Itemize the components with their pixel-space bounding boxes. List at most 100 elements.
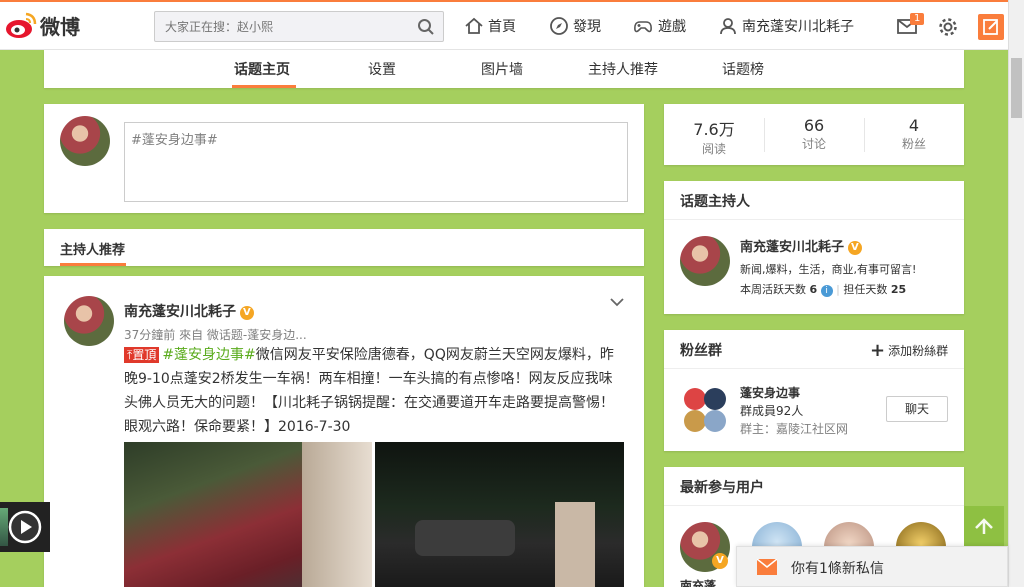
stat-reads-label: 阅读 — [701, 142, 726, 156]
post-author: 南充蓬安川北耗子 V — [124, 301, 254, 321]
compose-button[interactable] — [978, 14, 1004, 40]
nav-games[interactable]: 遊戲 — [632, 16, 686, 36]
weibo-logo[interactable]: 微博 — [4, 10, 80, 40]
stat-reads-num: 7.6万 — [693, 120, 735, 139]
topic-tabs: 话题主页 设置 图片墙 主持人推荐 话题榜 — [44, 50, 964, 88]
stats-card: 7.6万 阅读 66 讨论 4 粉丝 — [664, 104, 964, 165]
new-message-text: 你有1條新私信 — [791, 561, 884, 577]
tab-host-recommend[interactable]: 主持人推荐 — [588, 59, 658, 79]
play-icon[interactable] — [8, 510, 42, 544]
search-box[interactable] — [154, 11, 444, 42]
post-image-2-person — [555, 502, 595, 587]
stat-reads: 7.6万 阅读 — [664, 116, 764, 157]
search-icon[interactable] — [417, 18, 435, 36]
video-player-widget[interactable] — [0, 502, 50, 552]
weibo-logo-icon — [6, 12, 37, 38]
stat-fans-num: 4 — [908, 116, 920, 135]
recommend-underline — [60, 263, 126, 266]
pinned-label: 置頂 — [132, 348, 157, 362]
divider — [664, 368, 964, 369]
group-members: 群成員92人 — [740, 404, 804, 418]
message-badge: 1 — [910, 13, 925, 25]
verified-icon: V — [239, 305, 254, 320]
gamepad-icon — [634, 21, 652, 33]
active-tab-indicator — [232, 85, 296, 88]
home-icon — [465, 17, 483, 34]
scrollbar[interactable] — [1008, 0, 1024, 587]
recommend-header: 主持人推荐 — [44, 229, 644, 266]
host-avatar[interactable] — [680, 236, 730, 286]
host-name[interactable]: 南充蓬安川北耗子 — [740, 240, 844, 255]
active-days-value: 6 — [809, 283, 818, 296]
group-avatar-part — [704, 410, 726, 432]
recommend-title: 主持人推荐 — [60, 243, 126, 258]
host-title: 话题主持人 — [680, 194, 750, 210]
nav-games-label: 遊戲 — [658, 19, 686, 35]
volume-bar[interactable] — [0, 508, 8, 546]
host-days-label: 担任天数 — [843, 283, 888, 296]
active-days-label: 本周活跃天数 — [740, 283, 806, 296]
post-meta[interactable]: 37分鐘前 來自 微话题-蓬安身边... — [124, 326, 307, 343]
stat-fans[interactable]: 4 粉丝 — [864, 116, 964, 152]
avatar[interactable] — [60, 116, 110, 166]
host-name-row: 南充蓬安川北耗子 V — [740, 236, 862, 255]
verified-icon: V — [712, 553, 728, 569]
stat-fans-label: 粉丝 — [901, 137, 926, 151]
latest-user-name[interactable]: 南充蓬 — [680, 577, 716, 587]
separator: | — [836, 283, 840, 296]
latest-users-title: 最新参与用户 — [680, 480, 764, 496]
group-name[interactable]: 蓬安身边事 — [740, 384, 800, 401]
host-days-value: 25 — [890, 283, 907, 296]
scrollbar-thumb[interactable] — [1011, 58, 1022, 118]
topic-link[interactable]: #蓬安身边事# — [162, 347, 255, 363]
post-text: ⤒置頂 #蓬安身边事#微信网友平安保险唐德春，QQ网友蔚兰天空网友爆料，昨晚9-1… — [124, 343, 624, 439]
compass-icon — [550, 17, 568, 35]
edit-icon — [983, 19, 998, 35]
stat-discussions[interactable]: 66 讨论 — [764, 116, 864, 152]
post-author-name[interactable]: 南充蓬安川北耗子 — [124, 304, 236, 320]
group-avatar-part — [684, 410, 706, 432]
host-desc: 新闻,爆料，生活，商业,有事可留言! — [740, 263, 917, 276]
new-message-popup[interactable]: 你有1條新私信 — [736, 546, 1008, 587]
group-avatar[interactable] — [680, 386, 730, 436]
tab-topic-home[interactable]: 话题主页 — [234, 59, 290, 79]
weibo-post: 南充蓬安川北耗子 V 37分鐘前 來自 微话题-蓬安身边... ⤒置頂 #蓬安身边… — [44, 276, 644, 587]
host-activity: 本周活跃天数 6 i | 担任天数 25 — [740, 281, 906, 297]
post-image-1-person — [302, 442, 372, 587]
chevron-down-icon[interactable] — [609, 296, 625, 308]
stat-discussions-label: 讨论 — [801, 137, 826, 151]
group-owner: 群主：嘉陵江社区网 — [740, 422, 849, 436]
add-fans-group-label: 添加粉絲群 — [888, 344, 949, 358]
post-author-avatar[interactable] — [64, 296, 114, 346]
divider — [664, 219, 964, 220]
group-avatar-part — [704, 388, 726, 410]
composer-input[interactable]: #蓬安身边事# — [124, 122, 628, 202]
search-input[interactable] — [155, 12, 405, 41]
tab-settings[interactable]: 设置 — [368, 59, 396, 79]
post-image-1[interactable] — [124, 442, 372, 587]
back-to-top-button[interactable] — [964, 506, 1004, 546]
chat-button[interactable]: 聊天 — [886, 396, 948, 422]
group-avatar-part — [684, 388, 706, 410]
plus-icon: + — [870, 340, 886, 361]
tab-photo-wall[interactable]: 图片墙 — [481, 59, 523, 79]
post-image-2[interactable] — [375, 442, 624, 587]
envelope-icon — [757, 559, 777, 575]
nav-discover[interactable]: 發現 — [549, 16, 601, 36]
add-fans-group-button[interactable]: + 添加粉絲群 — [870, 340, 948, 361]
user-icon — [720, 18, 736, 35]
stat-discussions-num: 66 — [803, 116, 825, 135]
divider — [664, 505, 964, 506]
post-image-2-car — [415, 520, 515, 556]
nav-home[interactable]: 首頁 — [464, 16, 516, 36]
info-icon[interactable]: i — [820, 285, 833, 297]
pinned-badge: ⤒置頂 — [124, 347, 160, 363]
verified-icon: V — [847, 240, 862, 255]
top-navigation-bar: 微博 首頁 發現 遊戲 南充蓬安川北耗子 1 — [0, 0, 1008, 50]
gear-icon[interactable] — [937, 16, 959, 38]
tab-topic-ranking[interactable]: 话题榜 — [722, 59, 764, 79]
nav-profile-label: 南充蓬安川北耗子 — [742, 19, 854, 35]
nav-home-label: 首頁 — [488, 19, 516, 35]
logo-text: 微博 — [40, 14, 80, 39]
nav-profile[interactable]: 南充蓬安川北耗子 — [718, 16, 854, 36]
